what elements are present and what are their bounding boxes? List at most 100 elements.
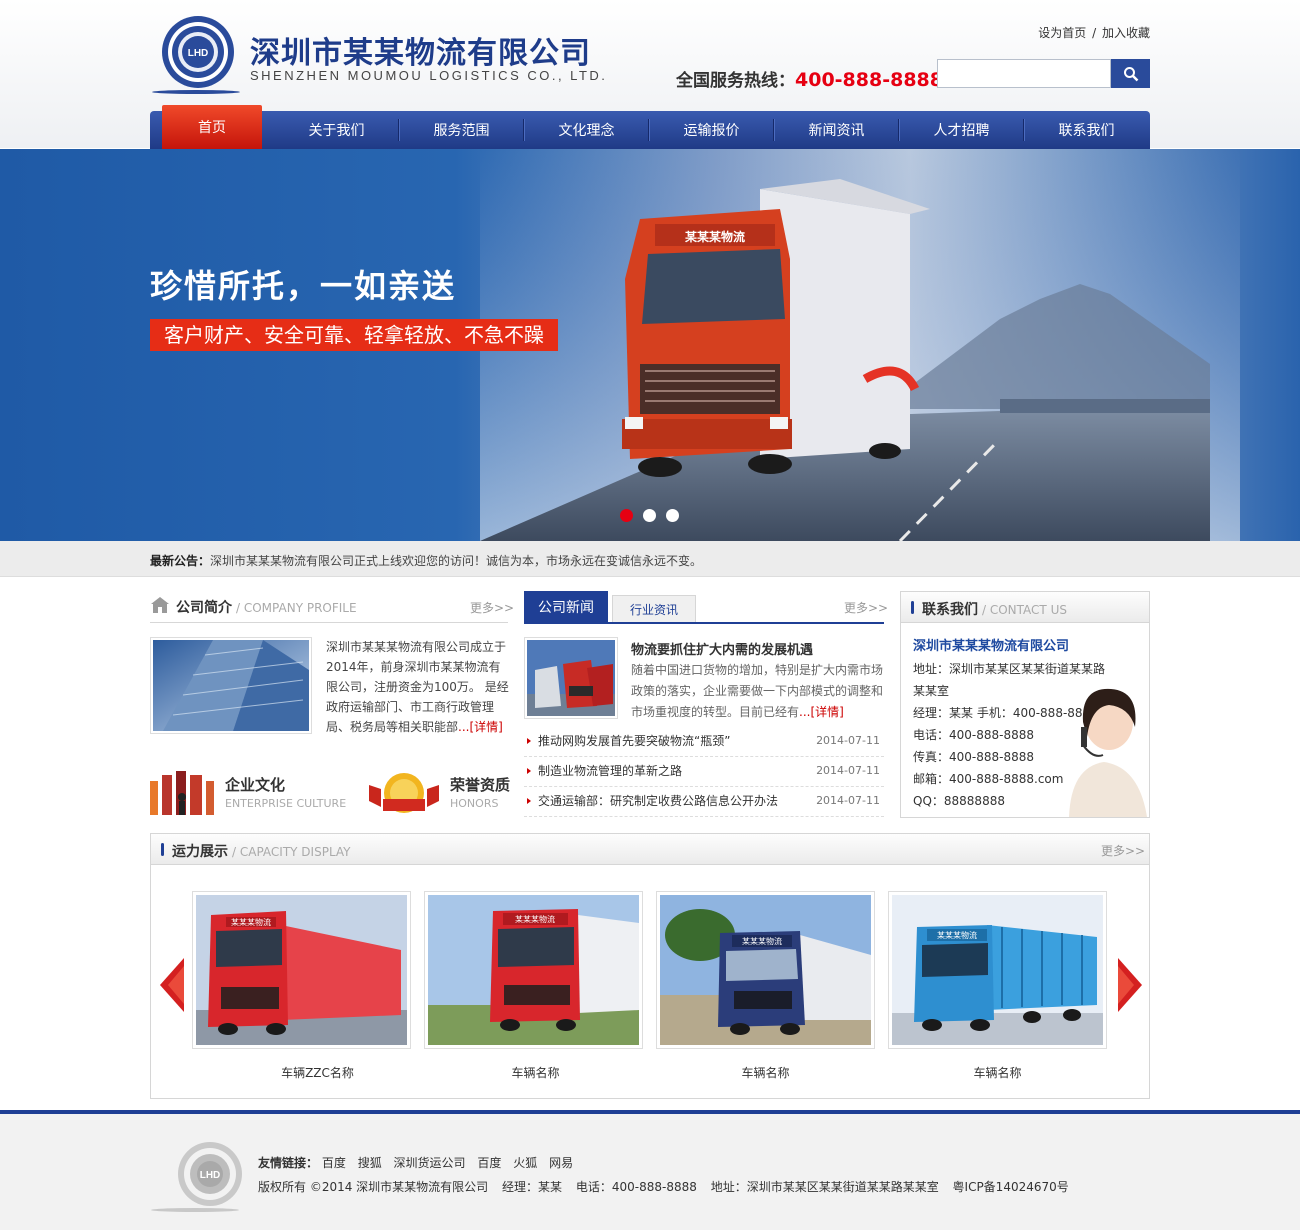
set-home-link[interactable]: 设为首页 (1038, 26, 1086, 40)
top-links: 设为首页 / 加入收藏 (1038, 24, 1150, 41)
profile-building-image[interactable] (150, 637, 312, 734)
profile-detail-link[interactable]: ...[详情] (458, 720, 503, 734)
news-headline[interactable]: 物流要抓住扩大内需的发展机遇 (631, 639, 813, 658)
company-name-en: SHENZHEN MOUMOU LOGISTICS CO., LTD. (250, 68, 608, 83)
news-summary: 随着中国进口货物的增加，特别是扩大内需市场政策的落实，企业需要做一下内部模式的调… (631, 660, 884, 723)
hotline-number: 400-888-8888 (795, 69, 943, 91)
footer-copyright: 版权所有 ©2014 深圳市某某物流有限公司 经理：某某 电话：400-888-… (258, 1178, 1079, 1195)
capacity-more-link[interactable]: 更多>> (1101, 842, 1145, 859)
vehicle-photo-1: 某某某物流 (196, 895, 407, 1045)
notice-bar: 最新公告：深圳市某某某物流有限公司正式上线欢迎您的访问！诚信为本，市场永远在变诚… (0, 541, 1300, 577)
carousel-prev-arrow-icon[interactable] (160, 958, 184, 1012)
nav-item-services[interactable]: 服务范围 (399, 111, 524, 149)
hotline: 全国服务热线：400-888-8888 (676, 66, 943, 91)
news-item-title: 推动网购发展首先要突破物流“瓶颈” (538, 734, 731, 748)
capacity-header: 运力展示 / CAPACITY DISPLAY 更多>> (151, 834, 1149, 865)
customer-service-illustration (1069, 688, 1147, 817)
news-thumbnail[interactable] (524, 637, 618, 719)
banner-truck-sign: 某某某物流 (685, 229, 745, 244)
profile-section-title: 公司简介 / COMPANY PROFILE (176, 597, 357, 617)
nav-item-about[interactable]: 关于我们 (274, 111, 399, 149)
nav-item-contact[interactable]: 联系我们 (1024, 111, 1149, 149)
hotline-label: 全国服务热线： (676, 71, 795, 91)
honor-title-en: HONORS (450, 797, 499, 810)
home-icon (151, 597, 169, 613)
news-item-title: 交通运输部：研究制定收费公路信息公开办法 (538, 794, 779, 808)
tab-industry-news[interactable]: 行业资讯 (612, 595, 696, 623)
title-bar-marker (161, 843, 164, 856)
capacity-title: 运力展示 (172, 844, 228, 860)
honor-trophy-icon (369, 773, 439, 813)
contact-panel: 联系我们 / CONTACT US 深圳市某某某物流有限公司 地址：深圳市某某区某… (900, 591, 1150, 818)
logo-text: LHD (188, 48, 209, 59)
news-list-item[interactable]: 制造业物流管理的革新之路 2014-07-11 (524, 757, 884, 787)
link-separator: / (1092, 26, 1097, 40)
nav-item-jobs[interactable]: 人才招聘 (899, 111, 1024, 149)
footer-logo-text: LHD (200, 1170, 221, 1181)
vehicle-card[interactable]: 某某某物流 (656, 891, 875, 1049)
honors-block[interactable]: 荣誉资质 HONORS (365, 771, 515, 815)
contact-title-en: / CONTACT US (982, 603, 1067, 617)
capacity-title-en: / CAPACITY DISPLAY (232, 845, 351, 859)
nav-item-quote[interactable]: 运输报价 (649, 111, 774, 149)
news-item-title: 制造业物流管理的革新之路 (538, 764, 683, 778)
news-item-date: 2014-07-11 (816, 734, 880, 747)
profile-more-link[interactable]: 更多>> (470, 599, 514, 616)
friend-link[interactable]: 百度 (322, 1156, 346, 1170)
search-button[interactable] (1111, 59, 1150, 88)
news-divider (524, 622, 884, 624)
vehicle-sign: 某某某物流 (937, 930, 977, 940)
vehicle-name[interactable]: 车辆ZZC名称 (208, 1064, 427, 1081)
tab-company-news[interactable]: 公司新闻 (524, 591, 608, 622)
footer-logo: LHD (150, 1140, 245, 1212)
friend-links-label: 友情链接： (258, 1156, 319, 1170)
contact-company-name: 深圳市某某某物流有限公司 (913, 639, 1070, 654)
news-list-item[interactable]: 交通运输部：研究制定收费公路信息公开办法 2014-07-11 (524, 787, 884, 817)
friend-links: 友情链接： 百度 搜狐 深圳货运公司 百度 火狐 网易 (258, 1154, 573, 1171)
friend-link[interactable]: 火狐 (513, 1156, 537, 1170)
vehicle-name[interactable]: 车辆名称 (656, 1064, 875, 1081)
carousel-next-arrow-icon[interactable] (1118, 958, 1142, 1012)
news-item-date: 2014-07-11 (816, 764, 880, 777)
contact-title: 联系我们 (922, 602, 978, 618)
culture-title-en: ENTERPRISE CULTURE (225, 797, 347, 810)
friend-link[interactable]: 搜狐 (358, 1156, 382, 1170)
slide-dot-2[interactable] (643, 509, 656, 522)
enterprise-culture-block[interactable]: 企业文化 ENTERPRISE CULTURE (150, 771, 350, 815)
nav-item-news[interactable]: 新闻资讯 (774, 111, 899, 149)
news-detail-link[interactable]: ...[详情] (799, 705, 844, 719)
capacity-section-title: 运力展示 / CAPACITY DISPLAY (172, 841, 351, 861)
profile-title-en: / COMPANY PROFILE (236, 601, 357, 615)
news-list-item[interactable]: 推动网购发展首先要突破物流“瓶颈” 2014-07-11 (524, 727, 884, 757)
profile-text: 深圳市某某某物流有限公司成立于2014年，前身深圳市某某物流有限公司，注册资金为… (326, 637, 509, 737)
company-logo[interactable]: LHD (150, 14, 242, 94)
search-icon (1123, 66, 1138, 81)
bookmark-link[interactable]: 加入收藏 (1102, 26, 1150, 40)
news-more-link[interactable]: 更多>> (844, 599, 888, 616)
contact-header: 联系我们 / CONTACT US (901, 592, 1149, 623)
nav-item-home[interactable]: 首页 (162, 105, 262, 149)
footer-icp[interactable]: 粤ICP备14024670号 (953, 1180, 1069, 1194)
friend-link[interactable]: 深圳货运公司 (394, 1156, 466, 1170)
vehicle-card[interactable]: 某某某物流 (424, 891, 643, 1049)
contact-section-title: 联系我们 / CONTACT US (922, 599, 1067, 619)
news-summary-text: 随着中国进口货物的增加，特别是扩大内需市场政策的落实，企业需要做一下内部模式的调… (631, 663, 884, 719)
vehicle-sign: 某某某物流 (515, 914, 555, 924)
honor-title: 荣誉资质 (450, 776, 511, 794)
vehicle-name[interactable]: 车辆名称 (426, 1064, 645, 1081)
notice-text[interactable]: 深圳市某某某物流有限公司正式上线欢迎您的访问！诚信为本，市场永远在变诚信永远不变… (210, 554, 702, 568)
vehicle-photo-2: 某某某物流 (428, 895, 639, 1045)
footer-address: 地址：深圳市某某区某某街道某某路某某室 (710, 1180, 939, 1194)
hero-banner[interactable]: 某某某物流 珍惜所托，一如亲送 客户财产、安全可靠、轻拿轻放、不急不躁 (0, 149, 1300, 541)
search-input[interactable] (937, 59, 1111, 88)
vehicle-card[interactable]: 某某某物流 (888, 891, 1107, 1049)
culture-icon (150, 771, 214, 815)
slide-dot-1[interactable] (620, 509, 633, 522)
nav-item-culture[interactable]: 文化理念 (524, 111, 649, 149)
vehicle-sign: 某某某物流 (231, 917, 271, 927)
friend-link[interactable]: 百度 (477, 1156, 501, 1170)
vehicle-card[interactable]: 某某某物流 (192, 891, 411, 1049)
vehicle-name[interactable]: 车辆名称 (888, 1064, 1107, 1081)
slide-dot-3[interactable] (666, 509, 679, 522)
friend-link[interactable]: 网易 (549, 1156, 573, 1170)
